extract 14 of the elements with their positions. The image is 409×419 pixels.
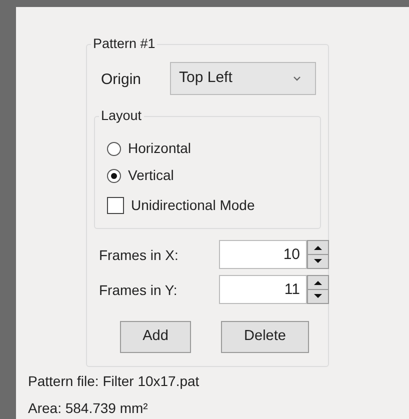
info-text: Pattern file: Filter 10x17.pat <box>28 372 200 390</box>
chevron-down-icon <box>293 76 301 81</box>
spinner-label: Frames in X: <box>99 246 178 264</box>
checkbox[interactable]: Unidirectional Mode <box>107 195 255 216</box>
push-button[interactable]: Add <box>120 321 191 353</box>
info-text: Area: 584.739 mm² <box>28 399 148 417</box>
radio-button[interactable]: Horizontal <box>107 138 192 159</box>
origin-label: Origin <box>101 71 142 89</box>
spinner-label: Frames in Y: <box>99 281 178 299</box>
number-field[interactable]: 11 <box>219 275 307 304</box>
origin-dropdown[interactable]: Top Left <box>170 62 316 95</box>
radio-button[interactable]: Vertical <box>107 165 174 186</box>
number-field[interactable]: 10 <box>219 240 307 269</box>
push-button[interactable]: Delete <box>221 321 309 353</box>
